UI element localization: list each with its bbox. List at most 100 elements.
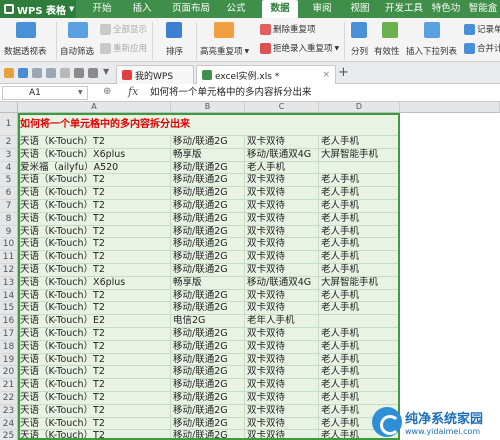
cell-c[interactable]: 双卡双待 bbox=[245, 200, 319, 213]
save-icon[interactable] bbox=[18, 68, 28, 78]
tab-excel-file[interactable]: excel实例.xls * × bbox=[196, 65, 336, 84]
cell-c[interactable]: 双卡双待 bbox=[245, 328, 319, 341]
row-header[interactable]: 17 bbox=[0, 328, 18, 341]
cell-c[interactable]: 老人手机 bbox=[245, 161, 319, 175]
formula-input[interactable]: 如何将一个单元格中的多内容拆分出来 bbox=[150, 86, 312, 100]
cell-c[interactable]: 移动/联通双4G bbox=[245, 276, 319, 290]
cell-d[interactable]: 老人手机 bbox=[319, 238, 400, 252]
select-all-corner[interactable] bbox=[0, 102, 18, 113]
row-header[interactable]: 22 bbox=[0, 392, 18, 405]
cell-c[interactable]: 双卡双待 bbox=[245, 392, 319, 405]
cell-b[interactable]: 移动/联通2G bbox=[171, 238, 245, 252]
insert-dropdown-button[interactable]: 插入下拉列表 bbox=[406, 45, 457, 57]
column-header-e[interactable] bbox=[400, 102, 500, 113]
cell-b[interactable]: 移动/联通2G bbox=[171, 302, 245, 316]
spreadsheet-grid[interactable]: A B C D 1 如何将一个单元格中的多内容拆分出来 2 天语（K-Touch）T2… bbox=[0, 102, 500, 440]
cell-d[interactable]: 老人手机 bbox=[319, 136, 400, 149]
row-header[interactable]: 2 bbox=[0, 136, 18, 149]
cell-b[interactable]: 移动/联通2G bbox=[171, 225, 245, 239]
title-cell[interactable]: 如何将一个单元格中的多内容拆分出来 bbox=[18, 113, 400, 136]
cell-d[interactable]: 老人手机 bbox=[319, 264, 400, 277]
cell-a[interactable]: 天语（K-Touch）E2 bbox=[18, 315, 171, 328]
row-header[interactable]: 20 bbox=[0, 366, 18, 380]
row-header[interactable]: 19 bbox=[0, 353, 18, 367]
cell-c[interactable]: 双卡双待 bbox=[245, 417, 319, 431]
cell-d[interactable]: 老人手机 bbox=[319, 328, 400, 341]
cell-a[interactable]: 天语（K-Touch）T2 bbox=[18, 174, 171, 188]
chevron-down-icon[interactable]: ▼ bbox=[103, 67, 109, 76]
zoom-icon[interactable]: ⊕ bbox=[103, 86, 111, 97]
pivot-table-button[interactable]: 数据透视表 bbox=[4, 45, 47, 57]
cell-d[interactable] bbox=[319, 315, 400, 328]
name-box[interactable]: A1 bbox=[2, 86, 88, 100]
cell-d[interactable]: 老人手机 bbox=[319, 340, 400, 354]
cell-c[interactable]: 双卡双待 bbox=[245, 302, 319, 316]
reapply-button[interactable]: 重新应用 bbox=[100, 42, 147, 54]
menu-item-page-layout[interactable]: 页面布局 bbox=[168, 0, 214, 18]
cell-a[interactable]: 天语（K-Touch）T2 bbox=[18, 302, 171, 316]
highlight-duplicates-button[interactable]: 高亮重复项 ▼ bbox=[200, 45, 249, 57]
cell-b[interactable]: 移动/联通2G bbox=[171, 212, 245, 226]
cell-d[interactable]: 老人手机 bbox=[319, 302, 400, 316]
row-header[interactable]: 10 bbox=[0, 238, 18, 252]
cell-b[interactable]: 移动/联通2G bbox=[171, 353, 245, 367]
cell-b[interactable]: 移动/联通2G bbox=[171, 392, 245, 405]
chevron-down-icon[interactable]: ▼ bbox=[78, 89, 83, 96]
row-header[interactable]: 13 bbox=[0, 276, 18, 290]
row-header[interactable]: 3 bbox=[0, 148, 18, 162]
split-columns-button[interactable]: 分列 bbox=[351, 45, 368, 57]
cell-a[interactable]: 天语（K-Touch）T2 bbox=[18, 238, 171, 252]
menu-item-view[interactable]: 视图 bbox=[346, 0, 374, 18]
cell-c[interactable]: 移动/联通双4G bbox=[245, 148, 319, 162]
row-header[interactable]: 12 bbox=[0, 264, 18, 277]
row-header[interactable]: 24 bbox=[0, 417, 18, 431]
menu-item-smart-box[interactable]: 智能盒子 bbox=[466, 0, 500, 32]
cell-b[interactable]: 电信2G bbox=[171, 315, 245, 328]
cell-a[interactable]: 天语（K-Touch）T2 bbox=[18, 251, 171, 264]
cell-a[interactable]: 天语（K-Touch）T2 bbox=[18, 430, 171, 440]
cell-d[interactable]: 老人手机 bbox=[319, 392, 400, 405]
menu-item-review[interactable]: 审阅 bbox=[308, 0, 336, 18]
print-icon[interactable] bbox=[46, 68, 56, 78]
cell-c[interactable]: 双卡双待 bbox=[245, 404, 319, 418]
cell-c[interactable]: 双卡双待 bbox=[245, 264, 319, 277]
cell-d[interactable]: 老人手机 bbox=[319, 353, 400, 367]
show-all-button[interactable]: 全部显示 bbox=[100, 23, 147, 35]
cell-c[interactable]: 老年人手机 bbox=[245, 315, 319, 328]
cell-b[interactable]: 移动/联通2G bbox=[171, 417, 245, 431]
cell-b[interactable]: 移动/联通2G bbox=[171, 174, 245, 188]
cell-b[interactable]: 移动/联通2G bbox=[171, 200, 245, 213]
row-header[interactable]: 6 bbox=[0, 187, 18, 200]
cell-a[interactable]: 天语（K-Touch）T2 bbox=[18, 187, 171, 200]
open-folder-icon[interactable] bbox=[4, 68, 14, 78]
cell-a[interactable]: 爱米福（ailyfu）A520 bbox=[18, 161, 171, 175]
cell-d[interactable]: 大屏智能手机 bbox=[319, 148, 400, 162]
redo-icon[interactable] bbox=[88, 68, 98, 78]
print-preview-icon[interactable] bbox=[32, 68, 42, 78]
cell-d[interactable]: 老人手机 bbox=[319, 200, 400, 213]
cell-d[interactable]: 老人手机 bbox=[319, 212, 400, 226]
cell-d[interactable]: 老人手机 bbox=[319, 289, 400, 303]
cell-d[interactable]: 老人手机 bbox=[319, 251, 400, 264]
cell-c[interactable]: 双卡双待 bbox=[245, 136, 319, 149]
cell-a[interactable]: 天语（K-Touch）T2 bbox=[18, 392, 171, 405]
cell-b[interactable]: 移动/联通2G bbox=[171, 187, 245, 200]
function-icon[interactable]: fx bbox=[128, 85, 138, 98]
cell-b[interactable]: 移动/联通2G bbox=[171, 430, 245, 440]
undo-icon[interactable] bbox=[74, 68, 84, 78]
reject-duplicates-button[interactable]: 拒绝录入重复项 ▼ bbox=[260, 42, 339, 54]
cell-d[interactable]: 老人手机 bbox=[319, 187, 400, 200]
cell-c[interactable]: 双卡双待 bbox=[245, 238, 319, 252]
cell-b[interactable]: 移动/联通2G bbox=[171, 161, 245, 175]
sort-button[interactable]: 排序 bbox=[166, 45, 183, 57]
cell-a[interactable]: 天语（K-Touch）T2 bbox=[18, 366, 171, 380]
cell-d[interactable]: 老人手机 bbox=[319, 366, 400, 380]
cell-a[interactable]: 天语（K-Touch）T2 bbox=[18, 404, 171, 418]
menu-item-developer[interactable]: 开发工具 bbox=[384, 0, 424, 18]
cell-a[interactable]: 天语（K-Touch）T2 bbox=[18, 136, 171, 149]
cell-d[interactable]: 老人手机 bbox=[319, 379, 400, 392]
cell-c[interactable]: 双卡双待 bbox=[245, 212, 319, 226]
cell-a[interactable]: 天语（K-Touch）T2 bbox=[18, 417, 171, 431]
row-header[interactable]: 21 bbox=[0, 379, 18, 392]
menu-item-data[interactable]: 数据 bbox=[262, 0, 298, 18]
